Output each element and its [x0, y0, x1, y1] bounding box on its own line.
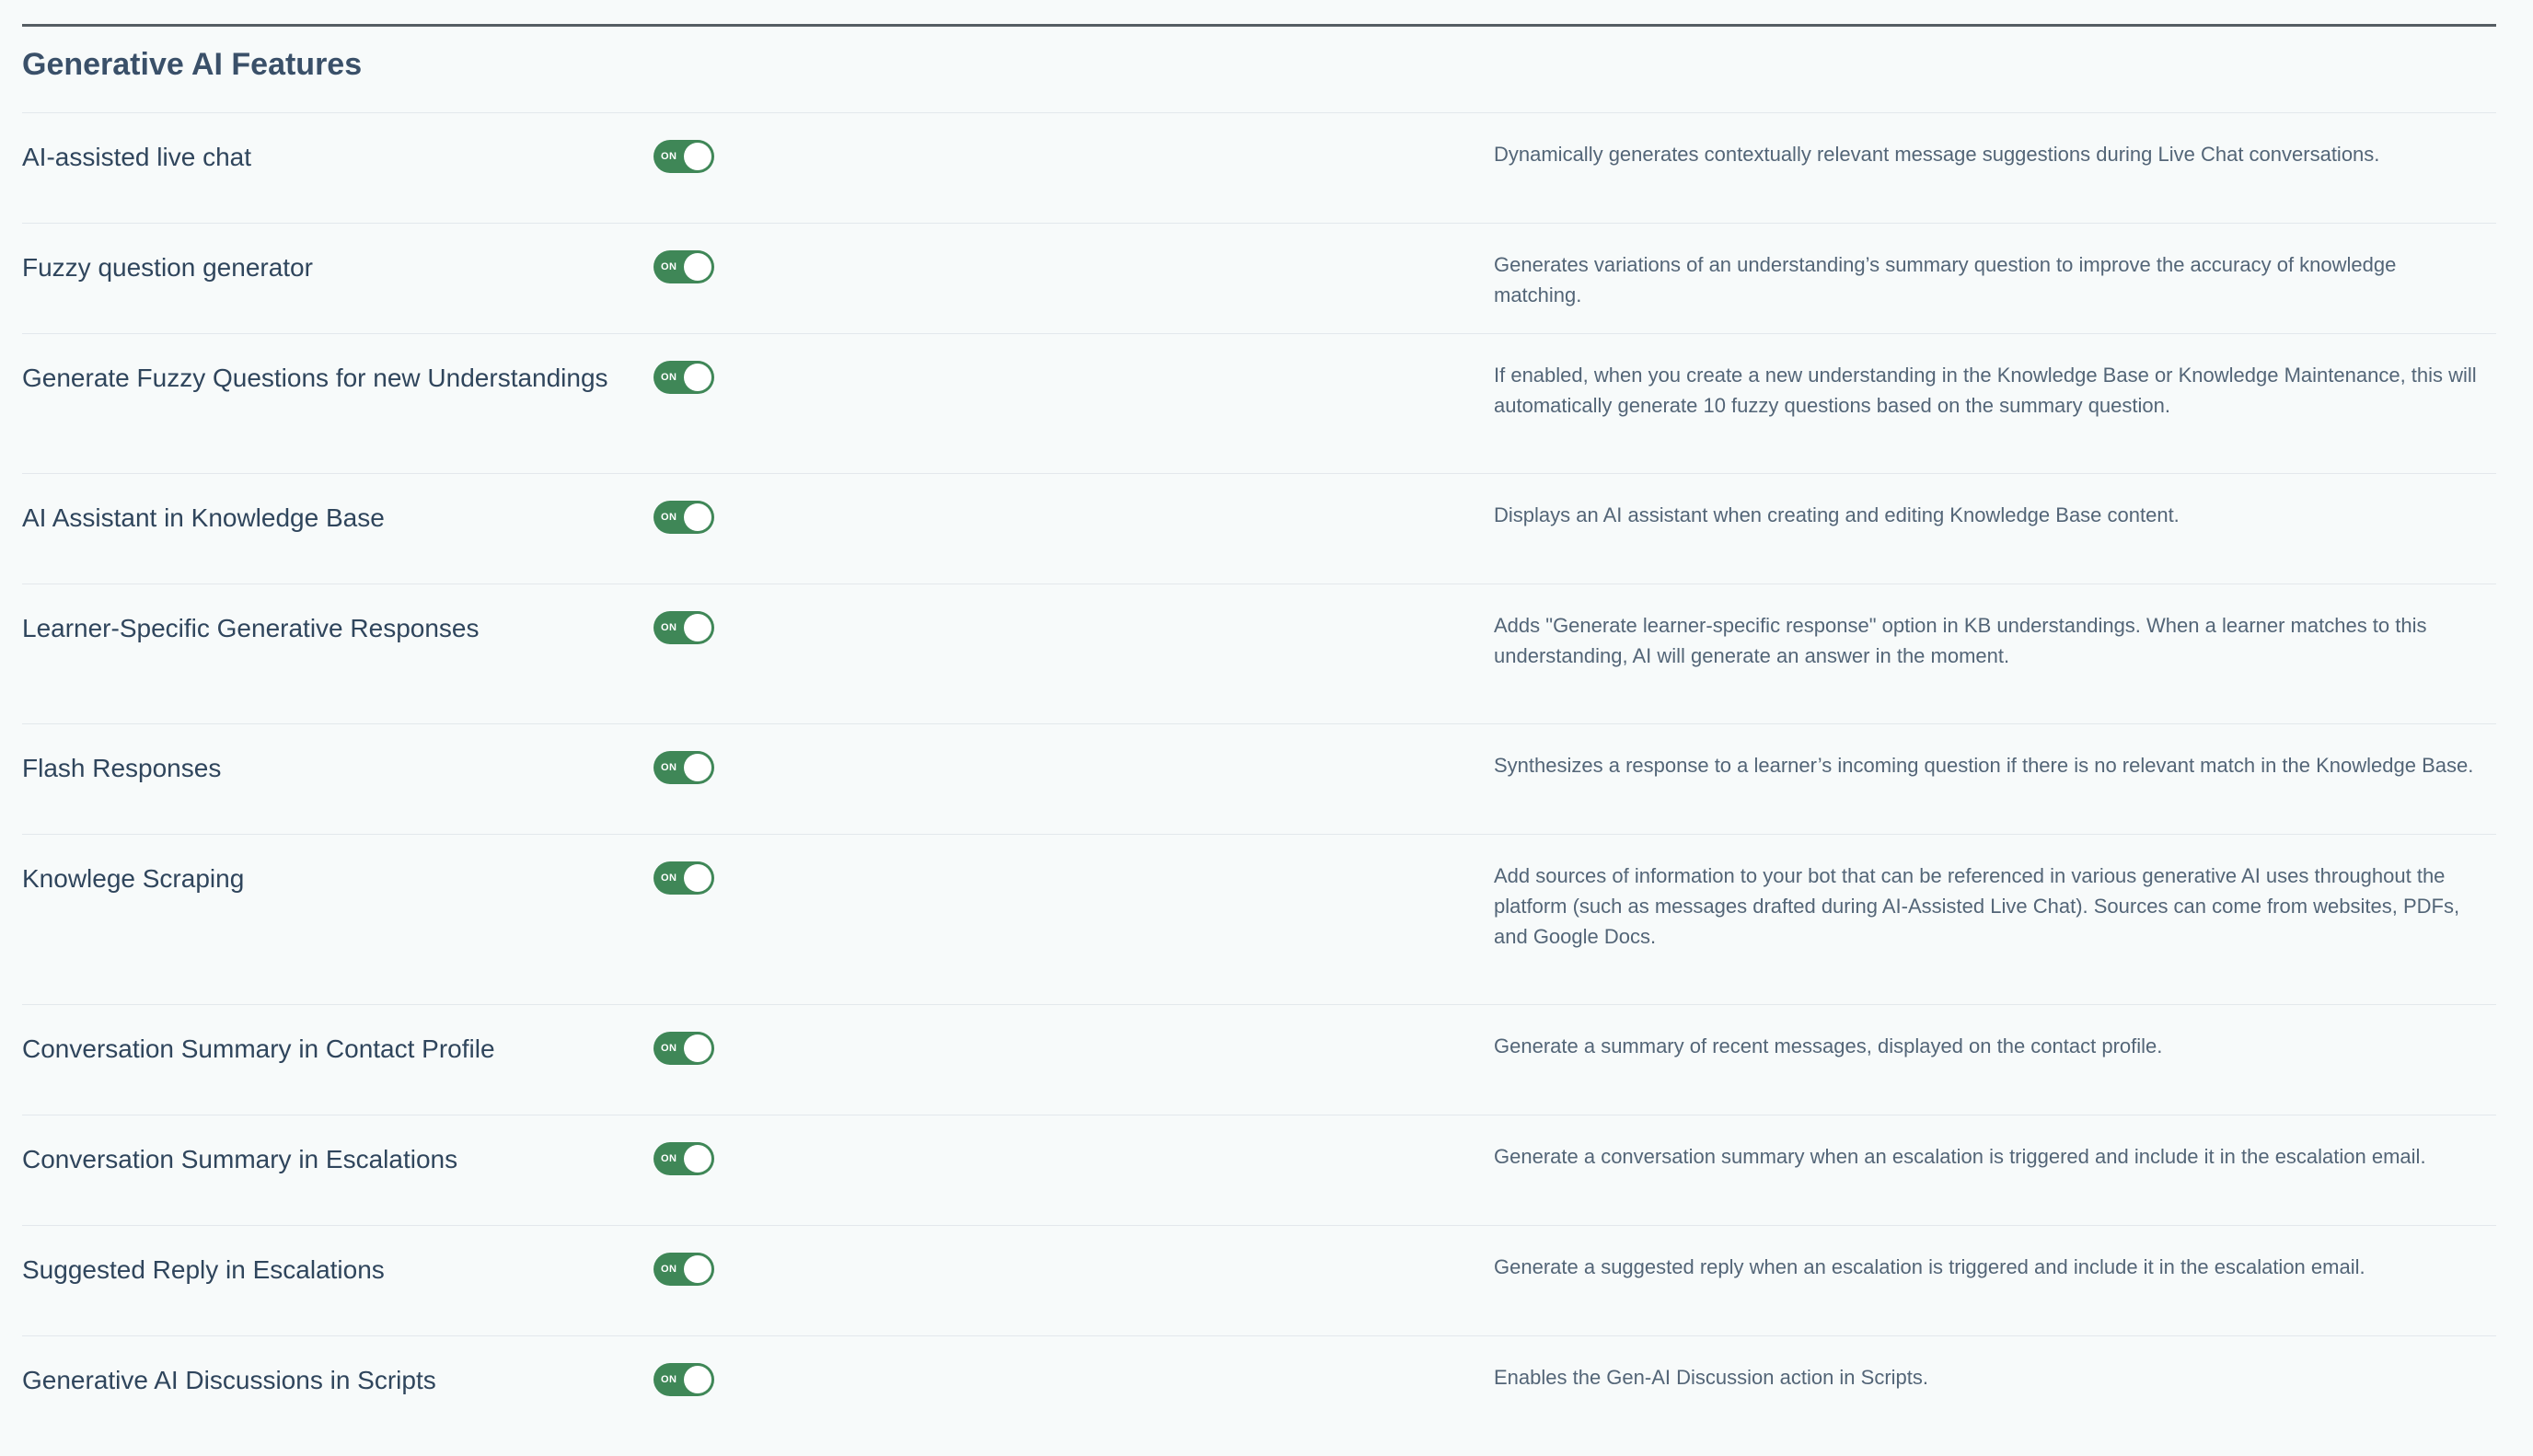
feature-label: AI Assistant in Knowledge Base	[22, 503, 385, 532]
feature-description: Generate a summary of recent messages, d…	[1494, 1034, 2163, 1057]
toggle-state-text: ON	[661, 762, 677, 773]
feature-row-ai-assisted-live-chat: AI-assisted live chat ON Dynamically gen…	[22, 113, 2496, 224]
toggle-state-text: ON	[661, 512, 677, 523]
toggle-state-text: ON	[661, 151, 677, 162]
feature-label: Conversation Summary in Escalations	[22, 1145, 458, 1173]
feature-description: Generate a suggested reply when an escal…	[1494, 1255, 2365, 1278]
learner-specific-responses-toggle[interactable]: ON	[653, 611, 714, 644]
summary-escalations-toggle[interactable]: ON	[653, 1142, 714, 1175]
knowlege-scraping-toggle[interactable]: ON	[653, 861, 714, 895]
toggle-knob	[684, 253, 711, 281]
feature-label: AI-assisted live chat	[22, 143, 251, 171]
feature-row-summary-contact-profile: Conversation Summary in Contact Profile …	[22, 1005, 2496, 1115]
toggle-knob	[684, 864, 711, 892]
feature-description: Synthesizes a response to a learner’s in…	[1494, 754, 2474, 777]
toggle-knob	[684, 1034, 711, 1062]
feature-label: Suggested Reply in Escalations	[22, 1255, 385, 1284]
feature-row-gen-ai-discussions-scripts: Generative AI Discussions in Scripts ON …	[22, 1336, 2496, 1456]
feature-row-suggested-reply-escalations: Suggested Reply in Escalations ON Genera…	[22, 1226, 2496, 1336]
feature-description: Displays an AI assistant when creating a…	[1494, 503, 2180, 526]
feature-description: Generates variations of an understanding…	[1494, 253, 2397, 306]
feature-label: Generate Fuzzy Questions for new Underst…	[22, 364, 608, 392]
feature-row-generate-fuzzy-questions: Generate Fuzzy Questions for new Underst…	[22, 334, 2496, 474]
feature-description: Generate a conversation summary when an …	[1494, 1145, 2426, 1168]
toggle-state-text: ON	[661, 1374, 677, 1385]
ai-assistant-knowledge-base-toggle[interactable]: ON	[653, 501, 714, 534]
toggle-knob	[684, 614, 711, 641]
toggle-knob	[684, 1145, 711, 1173]
feature-row-summary-escalations: Conversation Summary in Escalations ON G…	[22, 1115, 2496, 1226]
feature-list: AI-assisted live chat ON Dynamically gen…	[22, 113, 2496, 1456]
feature-label: Knowlege Scraping	[22, 864, 245, 893]
toggle-state-text: ON	[661, 872, 677, 884]
ai-assisted-live-chat-toggle[interactable]: ON	[653, 140, 714, 173]
toggle-state-text: ON	[661, 372, 677, 383]
feature-label: Conversation Summary in Contact Profile	[22, 1034, 495, 1063]
toggle-knob	[684, 143, 711, 170]
toggle-knob	[684, 1255, 711, 1283]
fuzzy-question-generator-toggle[interactable]: ON	[653, 250, 714, 283]
toggle-state-text: ON	[661, 1043, 677, 1054]
toggle-knob	[684, 1366, 711, 1393]
toggle-state-text: ON	[661, 1153, 677, 1164]
summary-contact-profile-toggle[interactable]: ON	[653, 1032, 714, 1065]
gen-ai-discussions-scripts-toggle[interactable]: ON	[653, 1363, 714, 1396]
toggle-state-text: ON	[661, 261, 677, 272]
toggle-state-text: ON	[661, 1264, 677, 1275]
feature-label: Fuzzy question generator	[22, 253, 313, 282]
feature-description: Adds "Generate learner-specific response…	[1494, 614, 2427, 667]
flash-responses-toggle[interactable]: ON	[653, 751, 714, 784]
feature-row-ai-assistant-knowledge-base: AI Assistant in Knowledge Base ON Displa…	[22, 474, 2496, 584]
toggle-knob	[684, 754, 711, 781]
feature-label: Generative AI Discussions in Scripts	[22, 1366, 436, 1394]
feature-description: Dynamically generates contextually relev…	[1494, 143, 2380, 166]
feature-description: Enables the Gen-AI Discussion action in …	[1494, 1366, 1929, 1389]
feature-label: Learner-Specific Generative Responses	[22, 614, 480, 642]
toggle-knob	[684, 503, 711, 531]
section-title: Generative AI Features	[22, 27, 2496, 113]
feature-row-fuzzy-question-generator: Fuzzy question generator ON Generates va…	[22, 224, 2496, 334]
generative-ai-features-panel: Generative AI Features AI-assisted live …	[22, 0, 2496, 1456]
feature-row-learner-specific-responses: Learner-Specific Generative Responses ON…	[22, 584, 2496, 724]
feature-row-knowlege-scraping: Knowlege Scraping ON Add sources of info…	[22, 835, 2496, 1005]
feature-description: If enabled, when you create a new unders…	[1494, 364, 2477, 417]
generate-fuzzy-questions-toggle[interactable]: ON	[653, 361, 714, 394]
feature-label: Flash Responses	[22, 754, 222, 782]
feature-description: Add sources of information to your bot t…	[1494, 864, 2460, 948]
feature-row-flash-responses: Flash Responses ON Synthesizes a respons…	[22, 724, 2496, 835]
toggle-knob	[684, 364, 711, 391]
toggle-state-text: ON	[661, 622, 677, 633]
suggested-reply-escalations-toggle[interactable]: ON	[653, 1253, 714, 1286]
